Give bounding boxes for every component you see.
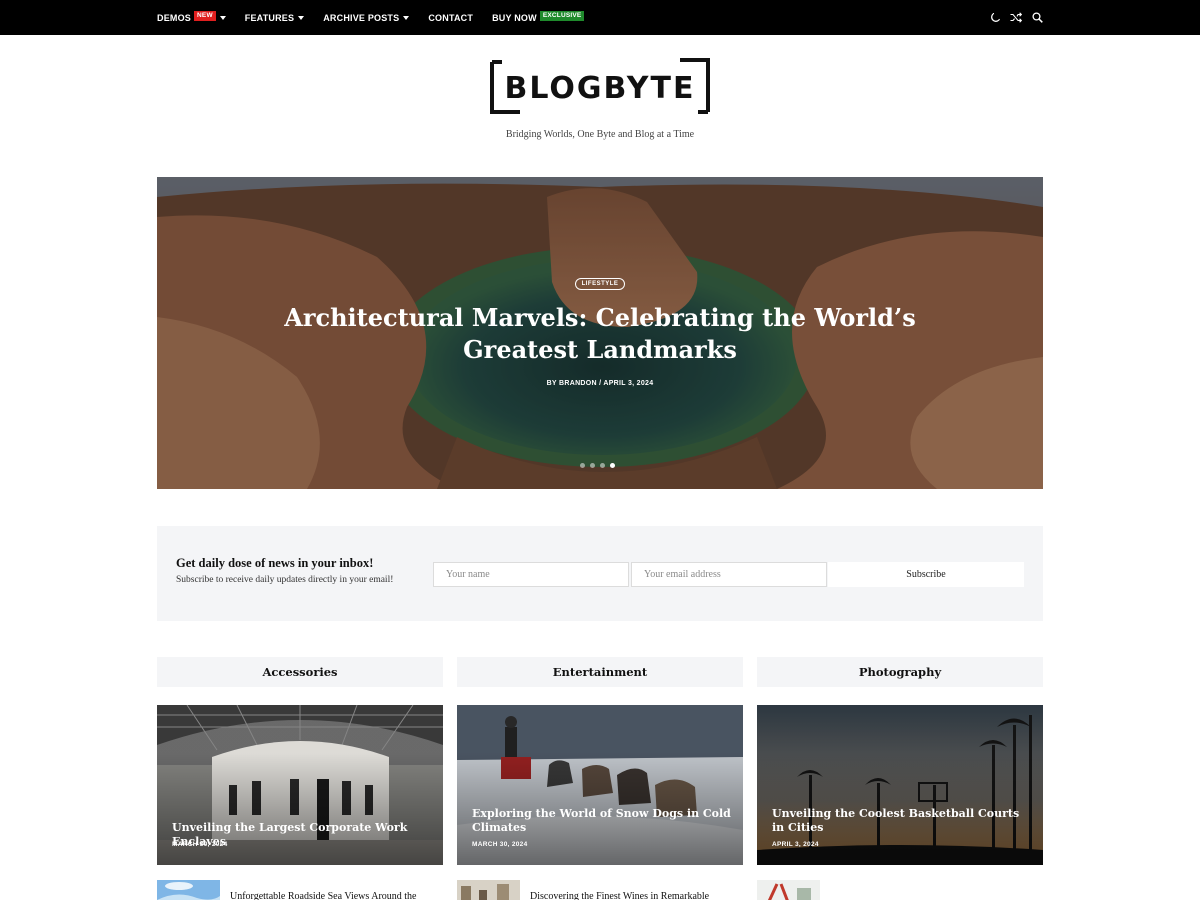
slider-dot[interactable] [590, 463, 595, 468]
search-icon[interactable] [1031, 12, 1043, 24]
nav-item-features[interactable]: FEATURES [244, 12, 305, 23]
list-item[interactable]: Unforgettable Roadside Sea Views Around … [157, 880, 443, 900]
nav-item-buy-now[interactable]: BUY NOW EXCLUSIVE [492, 10, 585, 23]
nav-item-label: CONTACT [428, 12, 474, 23]
nav-item-demos[interactable]: DEMOS NEW [157, 10, 226, 23]
nav-item-label: ARCHIVE POSTS [323, 12, 400, 23]
hero-category-badge[interactable]: LIFESTYLE [575, 278, 625, 290]
list-item-thumbnail [757, 880, 820, 900]
post-card[interactable]: Exploring the World of Snow Dogs in Cold… [457, 705, 743, 865]
slider-dot-active[interactable] [610, 463, 615, 468]
main-nav: DEMOS NEW FEATURES ARCHIVE POSTS CONTACT… [157, 0, 603, 35]
shuffle-icon[interactable] [1010, 12, 1022, 24]
nav-item-contact[interactable]: CONTACT [428, 13, 473, 23]
caret-down-icon [298, 15, 305, 20]
logo-text: BLOGBYTE [504, 71, 696, 106]
category-column-entertainment: Entertainment Exploring the World of Sno… [457, 657, 743, 900]
hero-slider[interactable]: LIFESTYLE Architectural Marvels: Celebra… [157, 177, 1043, 489]
hero-meta: BY BRANDON / APRIL 3, 2024 [546, 380, 654, 387]
nav-item-label: BUY NOW [492, 12, 537, 23]
category-heading[interactable]: Accessories [157, 657, 443, 687]
moon-icon[interactable] [989, 12, 1001, 24]
post-date: MARCH 30, 2024 [172, 841, 228, 848]
list-item-thumbnail [457, 880, 520, 900]
post-card[interactable]: Unveiling the Coolest Basketball Courts … [757, 705, 1043, 865]
post-card[interactable]: Unveiling the Largest Corporate Work Enc… [157, 705, 443, 865]
newsletter-title: Get daily dose of news in your inbox! [176, 556, 374, 570]
slider-dot[interactable] [600, 463, 605, 468]
category-heading[interactable]: Photography [757, 657, 1043, 687]
post-date: MARCH 30, 2024 [472, 841, 528, 848]
site-tagline: Bridging Worlds, One Byte and Blog at a … [505, 129, 695, 140]
newsletter-box: Get daily dose of news in your inbox! Su… [157, 526, 1043, 621]
category-column-photography: Photography Unveiling the Coolest Basket… [757, 657, 1043, 900]
subscribe-button[interactable]: Subscribe [828, 562, 1024, 587]
newsletter-subtitle: Subscribe to receive daily updates direc… [176, 575, 394, 585]
list-item-title[interactable]: Unforgettable Roadside Sea Views Around … [230, 891, 443, 900]
top-nav-bar: DEMOS NEW FEATURES ARCHIVE POSTS CONTACT… [0, 0, 1200, 35]
post-title[interactable]: Unveiling the Coolest Basketball Courts … [772, 807, 1034, 835]
caret-down-icon [403, 15, 410, 20]
nav-item-label: FEATURES [244, 12, 295, 23]
exclusive-badge: EXCLUSIVE [539, 10, 585, 21]
hero-title[interactable]: Architectural Marvels: Celebrating the W… [277, 302, 923, 366]
slider-dots [580, 463, 615, 468]
post-date: APRIL 3, 2024 [772, 841, 819, 848]
list-item-thumbnail [157, 880, 220, 900]
new-badge: NEW [194, 10, 216, 21]
email-input[interactable] [631, 562, 827, 587]
category-heading[interactable]: Entertainment [457, 657, 743, 687]
list-item[interactable] [757, 880, 1043, 900]
nav-item-archive-posts[interactable]: ARCHIVE POSTS [323, 12, 410, 23]
category-column-accessories: Accessories Unveiling the Largest Corpor… [157, 657, 443, 900]
nav-item-label: DEMOS [157, 12, 192, 23]
post-title[interactable]: Exploring the World of Snow Dogs in Cold… [472, 807, 734, 835]
list-item[interactable]: Discovering the Finest Wines in Remarkab… [457, 880, 743, 900]
caret-down-icon [219, 15, 226, 20]
nav-icon-group [989, 0, 1043, 35]
name-input[interactable] [433, 562, 629, 587]
slider-dot[interactable] [580, 463, 585, 468]
list-item-title[interactable]: Discovering the Finest Wines in Remarkab… [530, 891, 743, 900]
site-logo[interactable]: BLOGBYTE [490, 58, 710, 114]
